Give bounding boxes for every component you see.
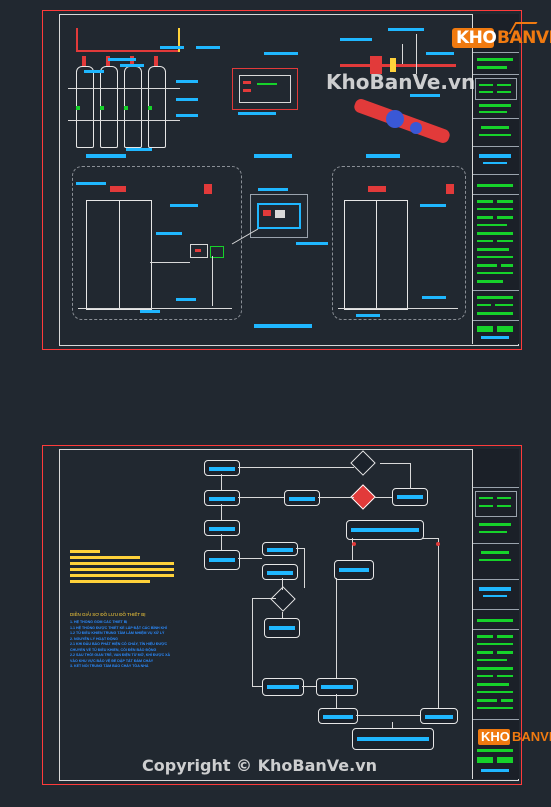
flow-node xyxy=(204,490,240,506)
valve-icon xyxy=(410,122,422,134)
flow-node xyxy=(204,550,240,570)
gas-cylinder-bank xyxy=(68,26,180,148)
sheet-1-title-block xyxy=(472,14,519,344)
flow-node xyxy=(420,708,458,724)
control-panel-detail xyxy=(232,68,298,110)
flow-node xyxy=(204,520,240,536)
system-flowchart xyxy=(196,450,464,764)
valve-icon xyxy=(386,110,404,128)
flow-node xyxy=(346,520,424,540)
double-door xyxy=(344,200,408,310)
khobanve-logo-small[interactable]: KHO BANVE xyxy=(478,726,551,748)
flow-node xyxy=(318,708,358,724)
alarm-bell-icon xyxy=(446,184,454,194)
flow-node xyxy=(284,490,320,506)
flow-node xyxy=(352,728,434,750)
fire-alarm-icon xyxy=(350,484,376,510)
alarm-bell-icon xyxy=(204,184,212,194)
flow-node xyxy=(334,560,374,580)
flow-node xyxy=(392,488,428,506)
double-door xyxy=(86,200,152,310)
flow-decision xyxy=(270,586,296,612)
panel-callout xyxy=(250,194,308,238)
flow-decision xyxy=(350,450,376,476)
flow-node xyxy=(262,542,298,556)
flow-node xyxy=(262,564,298,580)
flow-node xyxy=(262,678,304,696)
flow-node xyxy=(264,618,300,638)
watermark-bottom: Copyright © KhoBanVe.vn xyxy=(142,756,378,775)
flow-node xyxy=(316,678,358,696)
legend-block xyxy=(70,550,176,590)
watermark-top: KhoBanVe.vn xyxy=(326,70,476,94)
flow-node xyxy=(204,460,240,476)
khobanve-logo[interactable]: KHO BANVE xyxy=(452,22,551,52)
manual-release-box xyxy=(190,244,208,258)
